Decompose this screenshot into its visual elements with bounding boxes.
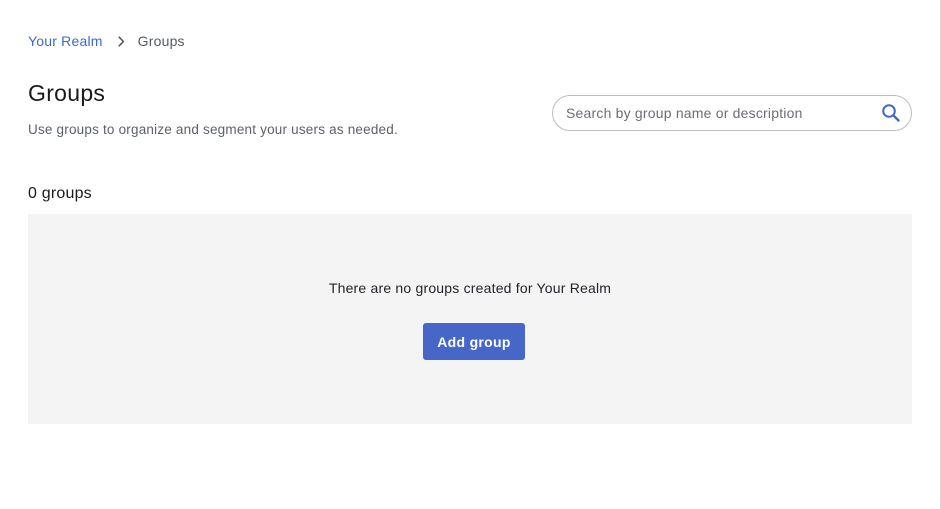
- add-group-button[interactable]: Add group: [423, 323, 525, 360]
- group-count: 0 groups: [28, 185, 92, 202]
- groups-page: Your Realm Groups Groups Use groups to o…: [0, 0, 941, 509]
- page-description: Use groups to organize and segment your …: [28, 122, 398, 137]
- breadcrumb: Your Realm Groups: [28, 33, 185, 49]
- page-title: Groups: [28, 80, 106, 106]
- breadcrumb-current: Groups: [137, 33, 185, 49]
- breadcrumb-realm-link[interactable]: Your Realm: [28, 33, 103, 49]
- chevron-right-icon: [118, 35, 125, 47]
- search-box: [552, 95, 912, 131]
- empty-state: There are no groups created for Your Rea…: [28, 214, 912, 424]
- search-input[interactable]: [566, 105, 875, 121]
- search-icon[interactable]: [879, 101, 903, 125]
- empty-state-message: There are no groups created for Your Rea…: [328, 280, 612, 296]
